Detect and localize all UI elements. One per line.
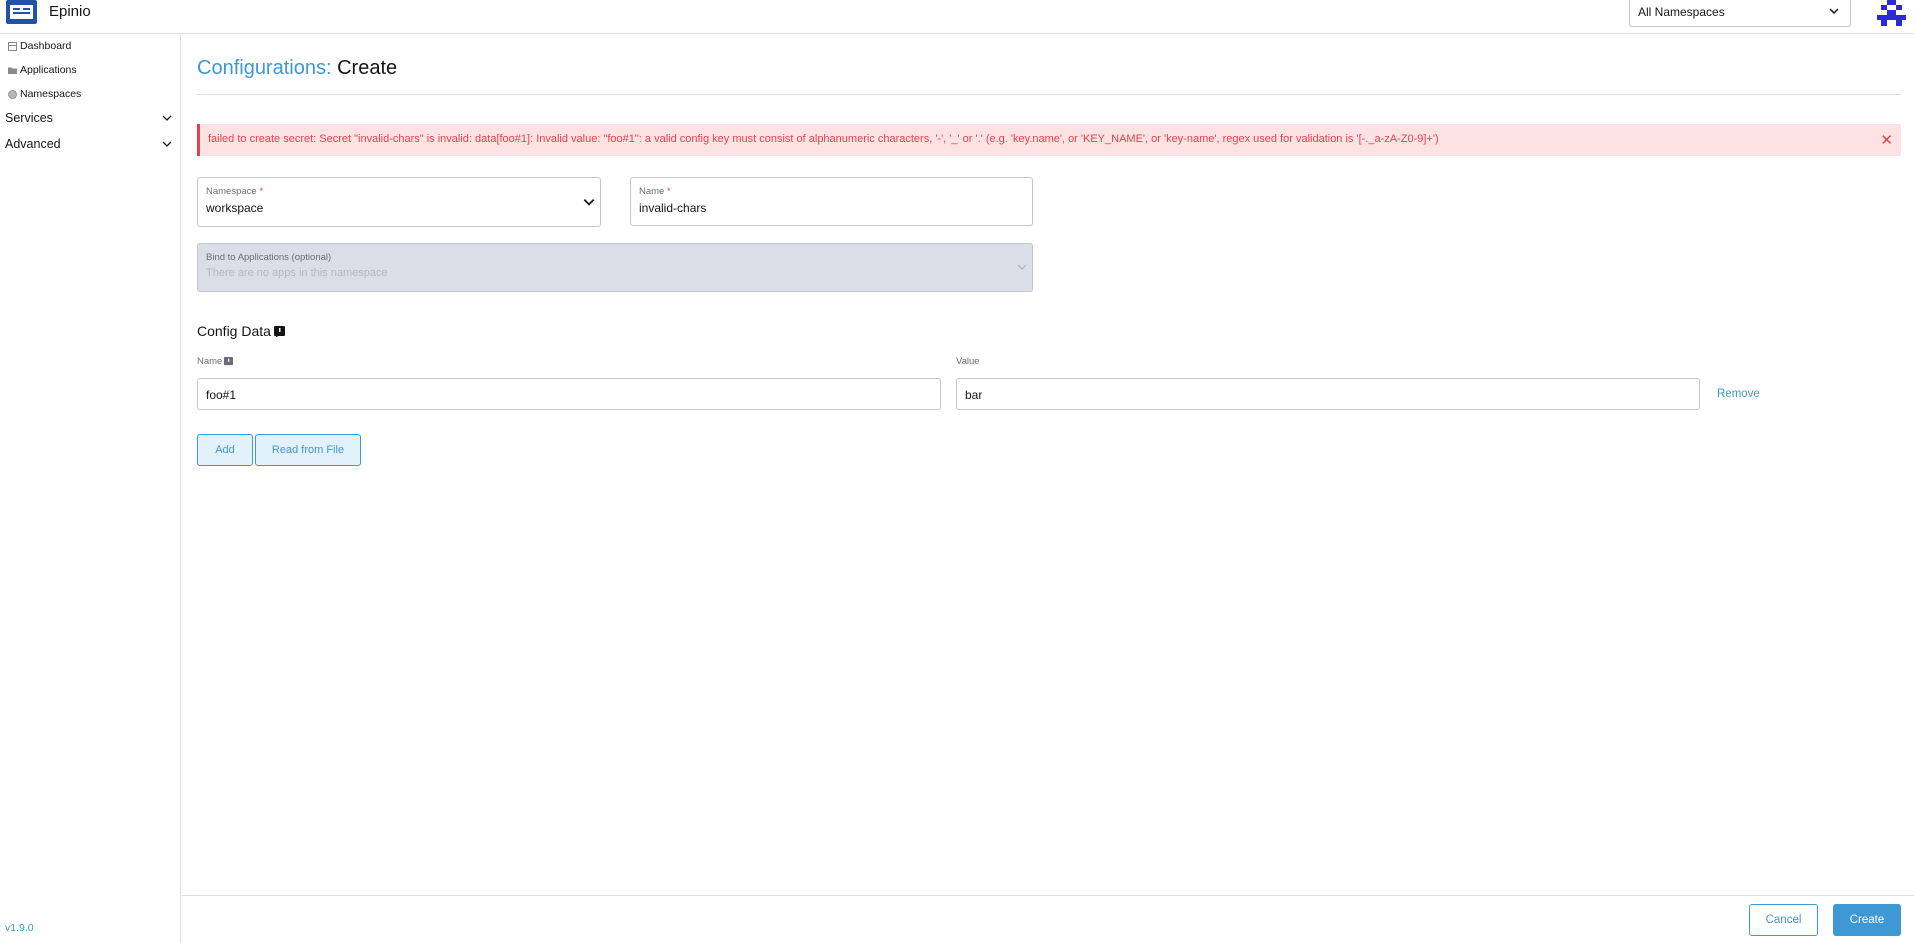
create-button[interactable]: Create	[1833, 904, 1901, 936]
page-title-text: Create	[337, 57, 398, 79]
app-title: Epinio	[49, 3, 91, 20]
user-avatar-icon[interactable]	[1877, 0, 1906, 26]
sidebar-group-label: Services	[5, 111, 53, 125]
chevron-down-icon	[1829, 8, 1839, 15]
config-key-input[interactable]: foo#1	[197, 378, 941, 410]
config-value-value: bar	[965, 388, 983, 402]
config-key-value: foo#1	[206, 388, 237, 402]
name-value: invalid-chars	[639, 201, 707, 215]
sidebar-item-applications[interactable]: Applications	[8, 64, 77, 76]
sidebar: Dashboard Applications Namespaces Servic…	[0, 35, 181, 943]
chevron-down-icon	[1017, 264, 1027, 270]
bind-applications-label: Bind to Applications (optional)	[206, 252, 332, 263]
sidebar-group-services[interactable]: Services	[5, 111, 175, 125]
sidebar-item-label: Applications	[20, 64, 77, 76]
chevron-down-icon	[583, 199, 595, 206]
config-data-title: Config Data	[197, 323, 285, 339]
config-key-column-label: Name	[197, 356, 234, 367]
read-from-file-button[interactable]: Read from File	[255, 434, 361, 466]
namespace-value: workspace	[206, 201, 264, 215]
chevron-down-icon	[162, 115, 172, 121]
config-value-label-text: Value	[956, 356, 980, 367]
info-icon[interactable]	[224, 357, 234, 366]
close-icon[interactable]: ✕	[1880, 131, 1893, 149]
folder-icon	[8, 67, 17, 74]
cancel-button[interactable]: Cancel	[1749, 904, 1818, 936]
epinio-logo-icon[interactable]	[6, 0, 37, 24]
top-header: Epinio All Namespaces	[0, 0, 1914, 34]
namespace-filter-value: All Namespaces	[1638, 5, 1725, 19]
bind-applications-select: Bind to Applications (optional) There ar…	[197, 243, 1033, 292]
namespace-label: Namespace *	[206, 186, 264, 197]
dashboard-icon	[8, 41, 17, 51]
version-link[interactable]: v1.9.0	[5, 922, 34, 934]
sidebar-item-dashboard[interactable]: Dashboard	[8, 40, 71, 52]
main-content: Configurations: Create failed to create …	[182, 35, 1914, 943]
breadcrumb-configurations[interactable]: Configurations:	[197, 57, 332, 79]
info-icon[interactable]	[273, 325, 285, 337]
sidebar-group-label: Advanced	[5, 137, 61, 151]
form-footer: Cancel Create	[182, 895, 1914, 943]
config-value-column-label: Value	[956, 356, 980, 367]
sidebar-group-advanced[interactable]: Advanced	[5, 137, 175, 151]
sidebar-item-label: Dashboard	[20, 40, 72, 52]
error-banner: failed to create secret: Secret "invalid…	[197, 124, 1901, 156]
sidebar-item-label: Namespaces	[20, 88, 82, 100]
divider	[197, 94, 1901, 95]
name-field[interactable]: Name * invalid-chars	[630, 177, 1033, 226]
sidebar-item-namespaces[interactable]: Namespaces	[8, 88, 81, 100]
add-button[interactable]: Add	[197, 434, 253, 466]
page-title: Configurations: Create	[197, 57, 397, 80]
globe-icon	[8, 89, 17, 99]
remove-button[interactable]: Remove	[1717, 388, 1760, 400]
namespace-select[interactable]: Namespace * workspace	[197, 177, 601, 227]
bind-applications-placeholder: There are no apps in this namespace	[206, 267, 388, 279]
config-data-title-text: Config Data	[197, 323, 271, 339]
error-message: failed to create secret: Secret "invalid…	[208, 133, 1439, 145]
config-key-label-text: Name	[197, 356, 223, 367]
name-label: Name *	[639, 186, 671, 197]
config-value-input[interactable]: bar	[956, 378, 1700, 410]
namespace-filter-dropdown[interactable]: All Namespaces	[1629, 0, 1851, 27]
chevron-down-icon	[162, 141, 172, 147]
